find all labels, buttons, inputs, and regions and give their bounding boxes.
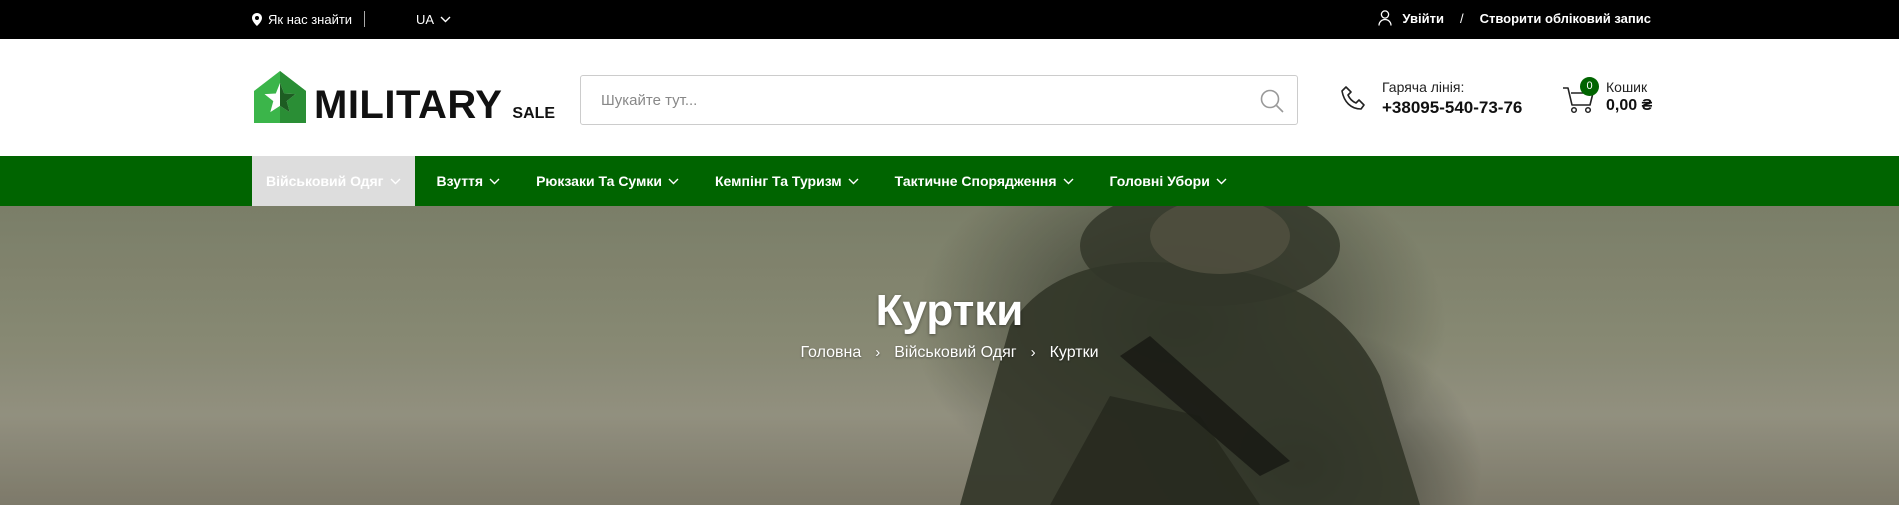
divider — [364, 11, 365, 27]
breadcrumb-military-clothing[interactable]: Військовий Одяг — [894, 344, 1016, 362]
chevron-down-icon — [668, 178, 679, 184]
cart-label: Кошик — [1606, 79, 1648, 95]
phone-icon — [1341, 85, 1365, 110]
location-label: Як нас знайти — [268, 12, 353, 27]
star-house-logo-icon — [254, 71, 306, 123]
chevron-down-icon — [440, 16, 451, 23]
breadcrumb-current: Куртки — [1049, 344, 1099, 361]
login-link[interactable]: Увійти — [1402, 11, 1444, 26]
nav-item-footwear[interactable]: Взуття — [423, 156, 515, 206]
hotline-number: +38095-540-73-76 — [1382, 98, 1523, 117]
chevron-right-icon: › — [1030, 344, 1036, 361]
map-pin-icon — [252, 13, 262, 26]
account-separator: / — [1459, 10, 1464, 26]
search-icon[interactable] — [1259, 88, 1285, 114]
language-value: UA — [416, 12, 435, 27]
chevron-down-icon — [390, 178, 401, 184]
nav-item-tactical-gear[interactable]: Тактичне Спорядження — [881, 156, 1088, 206]
nav-item-backpacks-bags[interactable]: Рюкзаки Та Сумки — [522, 156, 693, 206]
nav-item-label: Головні Убори — [1109, 173, 1210, 189]
cart-count-badge: 0 — [1580, 77, 1599, 96]
nav-item-camping-tourism[interactable]: Кемпінг Та Туризм — [701, 156, 873, 206]
chevron-right-icon: › — [875, 344, 881, 361]
breadcrumb: Головна › Військовий Одяг › Куртки — [0, 344, 1899, 362]
hotline-label: Гаряча лінія: — [1382, 79, 1465, 95]
chevron-down-icon — [1216, 178, 1227, 184]
main-nav: Військовий Одяг Взуття Рюкзаки Та Сумки … — [0, 156, 1899, 206]
language-select[interactable]: UA — [416, 12, 451, 27]
hero-banner: Куртки Головна › Військовий Одяг › Куртк… — [0, 206, 1899, 505]
search-box — [580, 75, 1298, 125]
nav-item-label: Рюкзаки Та Сумки — [536, 173, 663, 189]
chevron-down-icon — [1063, 178, 1074, 184]
cart-total: 0,00 ₴ — [1606, 97, 1653, 114]
register-link[interactable]: Створити обліковий запис — [1480, 11, 1651, 26]
user-icon — [1378, 10, 1393, 26]
nav-item-label: Військовий Одяг — [266, 173, 384, 189]
nav-item-label: Взуття — [436, 173, 484, 189]
nav-item-headwear[interactable]: Головні Убори — [1096, 156, 1241, 206]
search-input[interactable] — [581, 76, 1241, 124]
nav-item-label: Тактичне Спорядження — [894, 173, 1057, 189]
account-links: Увійти / Створити обліковий запис — [1378, 10, 1651, 26]
hotline[interactable]: Гаряча лінія: +38095-540-73-76 — [1340, 79, 1522, 118]
page-title: Куртки — [875, 286, 1024, 335]
nav-item-military-clothing[interactable]: Військовий Одяг — [252, 156, 415, 206]
chevron-down-icon — [489, 178, 500, 184]
cart[interactable]: 0 Кошик 0,00 ₴ — [1562, 77, 1653, 115]
top-bar: Як нас знайти UA Увійти / Створити облік… — [0, 0, 1899, 39]
logo-text: MILITARY — [314, 83, 503, 127]
logo-subtext: SALE — [512, 105, 556, 122]
nav-item-label: Кемпінг Та Туризм — [715, 173, 842, 189]
header: MILITARY SALE Гаряча лінія: +38095-540-7… — [0, 39, 1899, 156]
location-link[interactable]: Як нас знайти — [252, 12, 352, 27]
chevron-down-icon — [848, 178, 859, 184]
logo[interactable]: MILITARY SALE — [252, 69, 555, 125]
breadcrumb-home[interactable]: Головна — [800, 344, 861, 362]
